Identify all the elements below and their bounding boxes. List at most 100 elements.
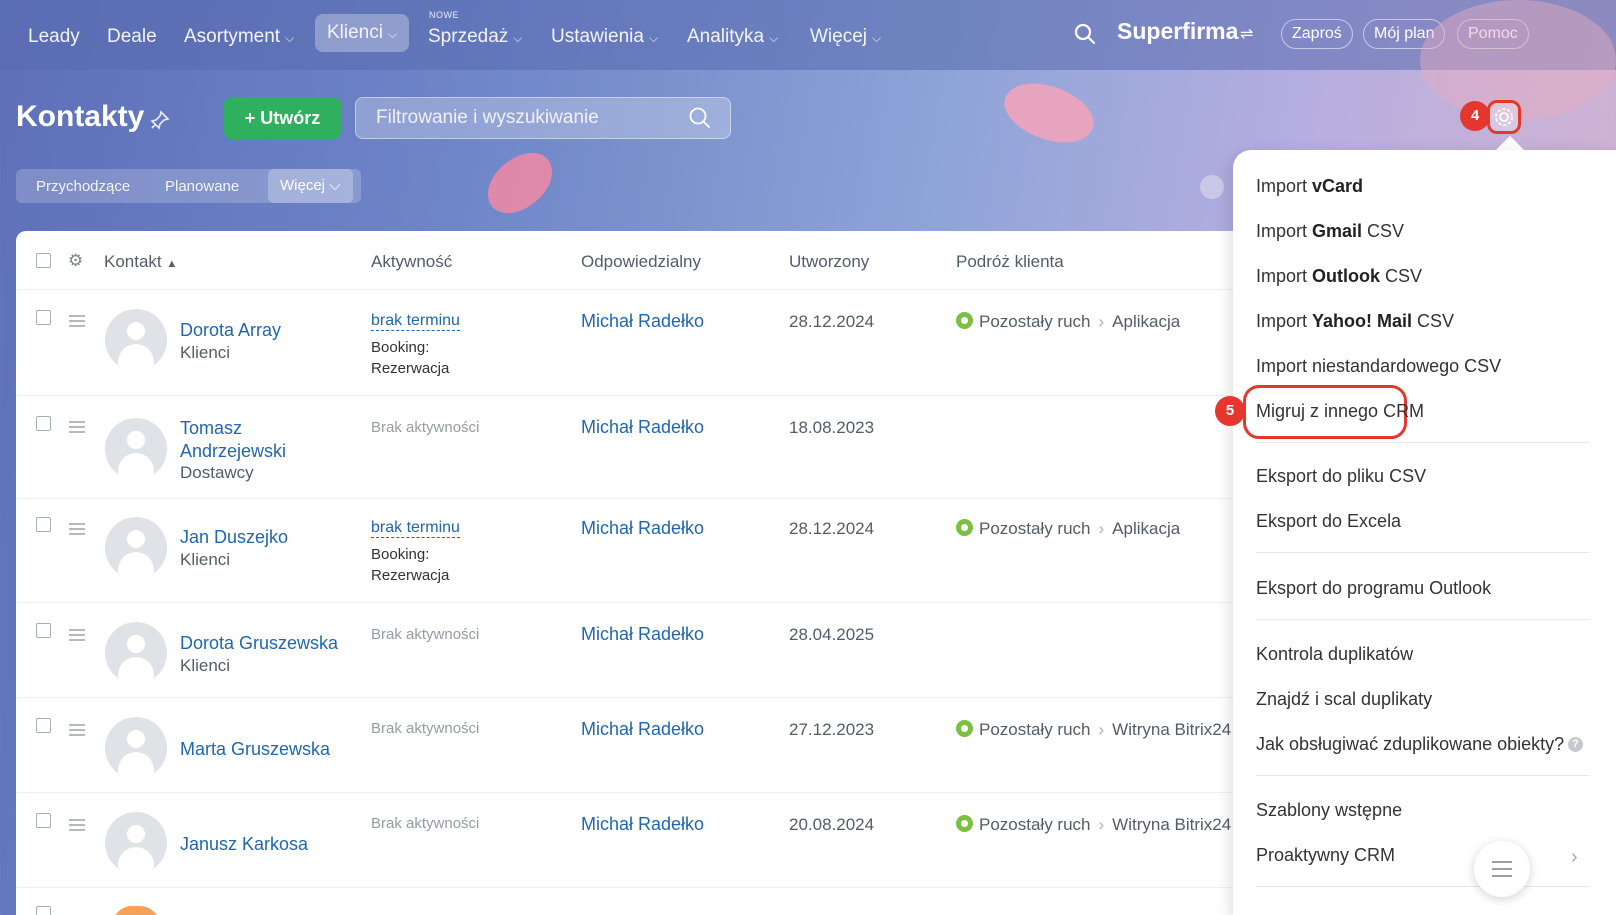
- contact-type: Klienci: [180, 343, 231, 362]
- menu-item-import-custom-csv[interactable]: Import niestandardowego CSV: [1256, 356, 1501, 377]
- pin-icon[interactable]: [150, 110, 170, 130]
- responsible-link[interactable]: Michał Radełko: [581, 719, 704, 740]
- menu-item-migrate-crm[interactable]: Migruj z innego CRM: [1256, 401, 1424, 422]
- row-checkbox[interactable]: [36, 623, 51, 638]
- help-icon[interactable]: ?: [1568, 737, 1583, 752]
- contact-name-link[interactable]: Marta Gruszewska: [180, 738, 330, 760]
- search-icon[interactable]: [688, 106, 712, 130]
- chevron-down-icon: ⌵: [387, 27, 398, 41]
- column-header-responsible[interactable]: Odpowiedzialny: [581, 252, 701, 272]
- chevron-down-icon: ⌵: [513, 31, 523, 45]
- responsible-link[interactable]: Michał Radełko: [581, 814, 704, 835]
- responsible-link[interactable]: Michał Radełko: [581, 518, 704, 539]
- created-date: 28.12.2024: [789, 312, 875, 331]
- nav-item-sprzedaz[interactable]: Sprzedaż ⌵: [428, 20, 522, 54]
- menu-divider: [1256, 775, 1590, 776]
- row-checkbox[interactable]: [36, 517, 51, 532]
- responsible-link[interactable]: Michał Radełko: [581, 624, 704, 645]
- nav-item-analityka[interactable]: Analityka ⌵: [687, 20, 778, 54]
- source-icon: [956, 815, 973, 832]
- menu-item-import-yahoo[interactable]: Import Yahoo! Mail CSV: [1256, 311, 1454, 332]
- filter-search-input[interactable]: Filtrowanie i wyszukiwanie: [355, 97, 731, 139]
- activity-booking-label: Booking:: [371, 546, 430, 563]
- row-checkbox[interactable]: [36, 310, 51, 325]
- brand-name[interactable]: Superfirma: [1117, 18, 1238, 45]
- activity-booking-value: Rezerwacja: [371, 567, 450, 584]
- nav-item-wiecej[interactable]: Więcej ⌵: [810, 20, 881, 54]
- row-checkbox[interactable]: [36, 906, 51, 915]
- avatar: [105, 418, 167, 480]
- drag-handle-icon[interactable]: [69, 629, 85, 644]
- invite-button[interactable]: Zaproś: [1281, 19, 1353, 49]
- nav-item-klienci[interactable]: Klienci ⌵: [315, 14, 410, 52]
- menu-item-export-excel[interactable]: Eksport do Excela: [1256, 511, 1401, 532]
- drag-handle-icon[interactable]: [69, 421, 85, 436]
- chevron-down-icon: ⌵: [329, 177, 341, 194]
- menu-divider: [1256, 886, 1590, 887]
- contact-name-link[interactable]: Dorota Gruszewska: [180, 632, 338, 654]
- menu-item-import-vcard[interactable]: Import vCard: [1256, 176, 1363, 197]
- counters-more-button[interactable]: Więcej ⌵: [268, 169, 353, 203]
- menu-item-duplicates-help[interactable]: Jak obsługiwać zduplikowane obiekty?: [1256, 734, 1564, 755]
- drag-handle-icon[interactable]: [69, 819, 85, 834]
- contact-name-link[interactable]: Andrzejewski: [180, 440, 286, 462]
- menu-divider: [1256, 442, 1590, 443]
- drag-handle-icon[interactable]: [69, 523, 85, 538]
- menu-item-templates[interactable]: Szablony wstępne: [1256, 800, 1402, 821]
- avatar: [105, 309, 167, 371]
- menu-item-export-csv[interactable]: Eksport do pliku CSV: [1256, 466, 1426, 487]
- row-checkbox[interactable]: [36, 813, 51, 828]
- activity-none: Brak aktywności: [371, 419, 480, 436]
- activity-none: Brak aktywności: [371, 720, 480, 737]
- decorative-petal: [995, 67, 1103, 159]
- created-date: 28.04.2025: [789, 625, 875, 644]
- avatar: [105, 517, 167, 579]
- contact-name-link[interactable]: Jan Duszejko: [180, 526, 288, 548]
- create-button[interactable]: + Utwórz: [224, 97, 341, 139]
- responsible-link[interactable]: Michał Radełko: [581, 417, 704, 438]
- drag-handle-icon[interactable]: [69, 724, 85, 739]
- gear-icon[interactable]: ⚙: [68, 251, 83, 271]
- contact-name-link[interactable]: Dorota Array: [180, 319, 281, 341]
- column-header-contact[interactable]: Kontakt ▲: [104, 252, 177, 272]
- menu-item-import-gmail[interactable]: Import Gmail CSV: [1256, 221, 1404, 242]
- row-checkbox[interactable]: [36, 718, 51, 733]
- column-header-journey[interactable]: Podróż klienta: [956, 252, 1064, 272]
- contact-name-link[interactable]: Tomasz: [180, 417, 242, 439]
- counter-incoming[interactable]: Przychodzące: [36, 178, 130, 195]
- column-header-created[interactable]: Utworzony: [789, 252, 869, 272]
- chevron-right-icon: ›: [1098, 720, 1105, 739]
- settings-sliders-icon[interactable]: ⇌: [1240, 24, 1253, 44]
- created-date: 27.12.2023: [789, 720, 875, 739]
- select-all-checkbox[interactable]: [36, 253, 51, 268]
- nav-item-deale[interactable]: Deale: [107, 20, 157, 54]
- column-header-activity[interactable]: Aktywność: [371, 252, 452, 272]
- activity-icon[interactable]: [1200, 175, 1224, 199]
- created-date: 20.08.2024: [789, 815, 875, 834]
- step-badge-4: 4: [1460, 101, 1490, 131]
- contact-type: Klienci: [180, 656, 231, 675]
- menu-item-find-merge-duplicates[interactable]: Znajdź i scal duplikaty: [1256, 689, 1432, 710]
- activity-deadline-link[interactable]: brak terminu: [371, 519, 460, 538]
- row-divider: [16, 887, 1236, 888]
- counter-planned[interactable]: Planowane: [165, 178, 239, 195]
- chevron-right-icon: ›: [1098, 815, 1105, 834]
- activity-booking-value: Rezerwacja: [371, 360, 450, 377]
- activity-deadline-link[interactable]: brak terminu: [371, 312, 460, 331]
- search-icon[interactable]: [1073, 22, 1097, 46]
- nav-item-ustawienia[interactable]: Ustawienia ⌵: [551, 20, 658, 54]
- settings-gear-button[interactable]: [1487, 100, 1521, 134]
- nav-item-asortyment[interactable]: Asortyment ⌵: [184, 20, 294, 54]
- menu-item-proactive-crm[interactable]: Proaktywny CRM: [1256, 845, 1395, 866]
- created-date: 18.08.2023: [789, 418, 875, 437]
- client-journey: Pozostały ruch › Aplikacja: [956, 312, 1180, 332]
- menu-item-export-outlook[interactable]: Eksport do programu Outlook: [1256, 578, 1491, 599]
- row-checkbox[interactable]: [36, 416, 51, 431]
- menu-fab-button[interactable]: [1474, 841, 1530, 897]
- menu-item-import-outlook[interactable]: Import Outlook CSV: [1256, 266, 1422, 287]
- nav-item-leady[interactable]: Leady: [28, 20, 80, 54]
- drag-handle-icon[interactable]: [69, 315, 85, 330]
- menu-item-duplicate-control[interactable]: Kontrola duplikatów: [1256, 644, 1413, 665]
- contact-name-link[interactable]: Janusz Karkosa: [180, 833, 308, 855]
- responsible-link[interactable]: Michał Radełko: [581, 311, 704, 332]
